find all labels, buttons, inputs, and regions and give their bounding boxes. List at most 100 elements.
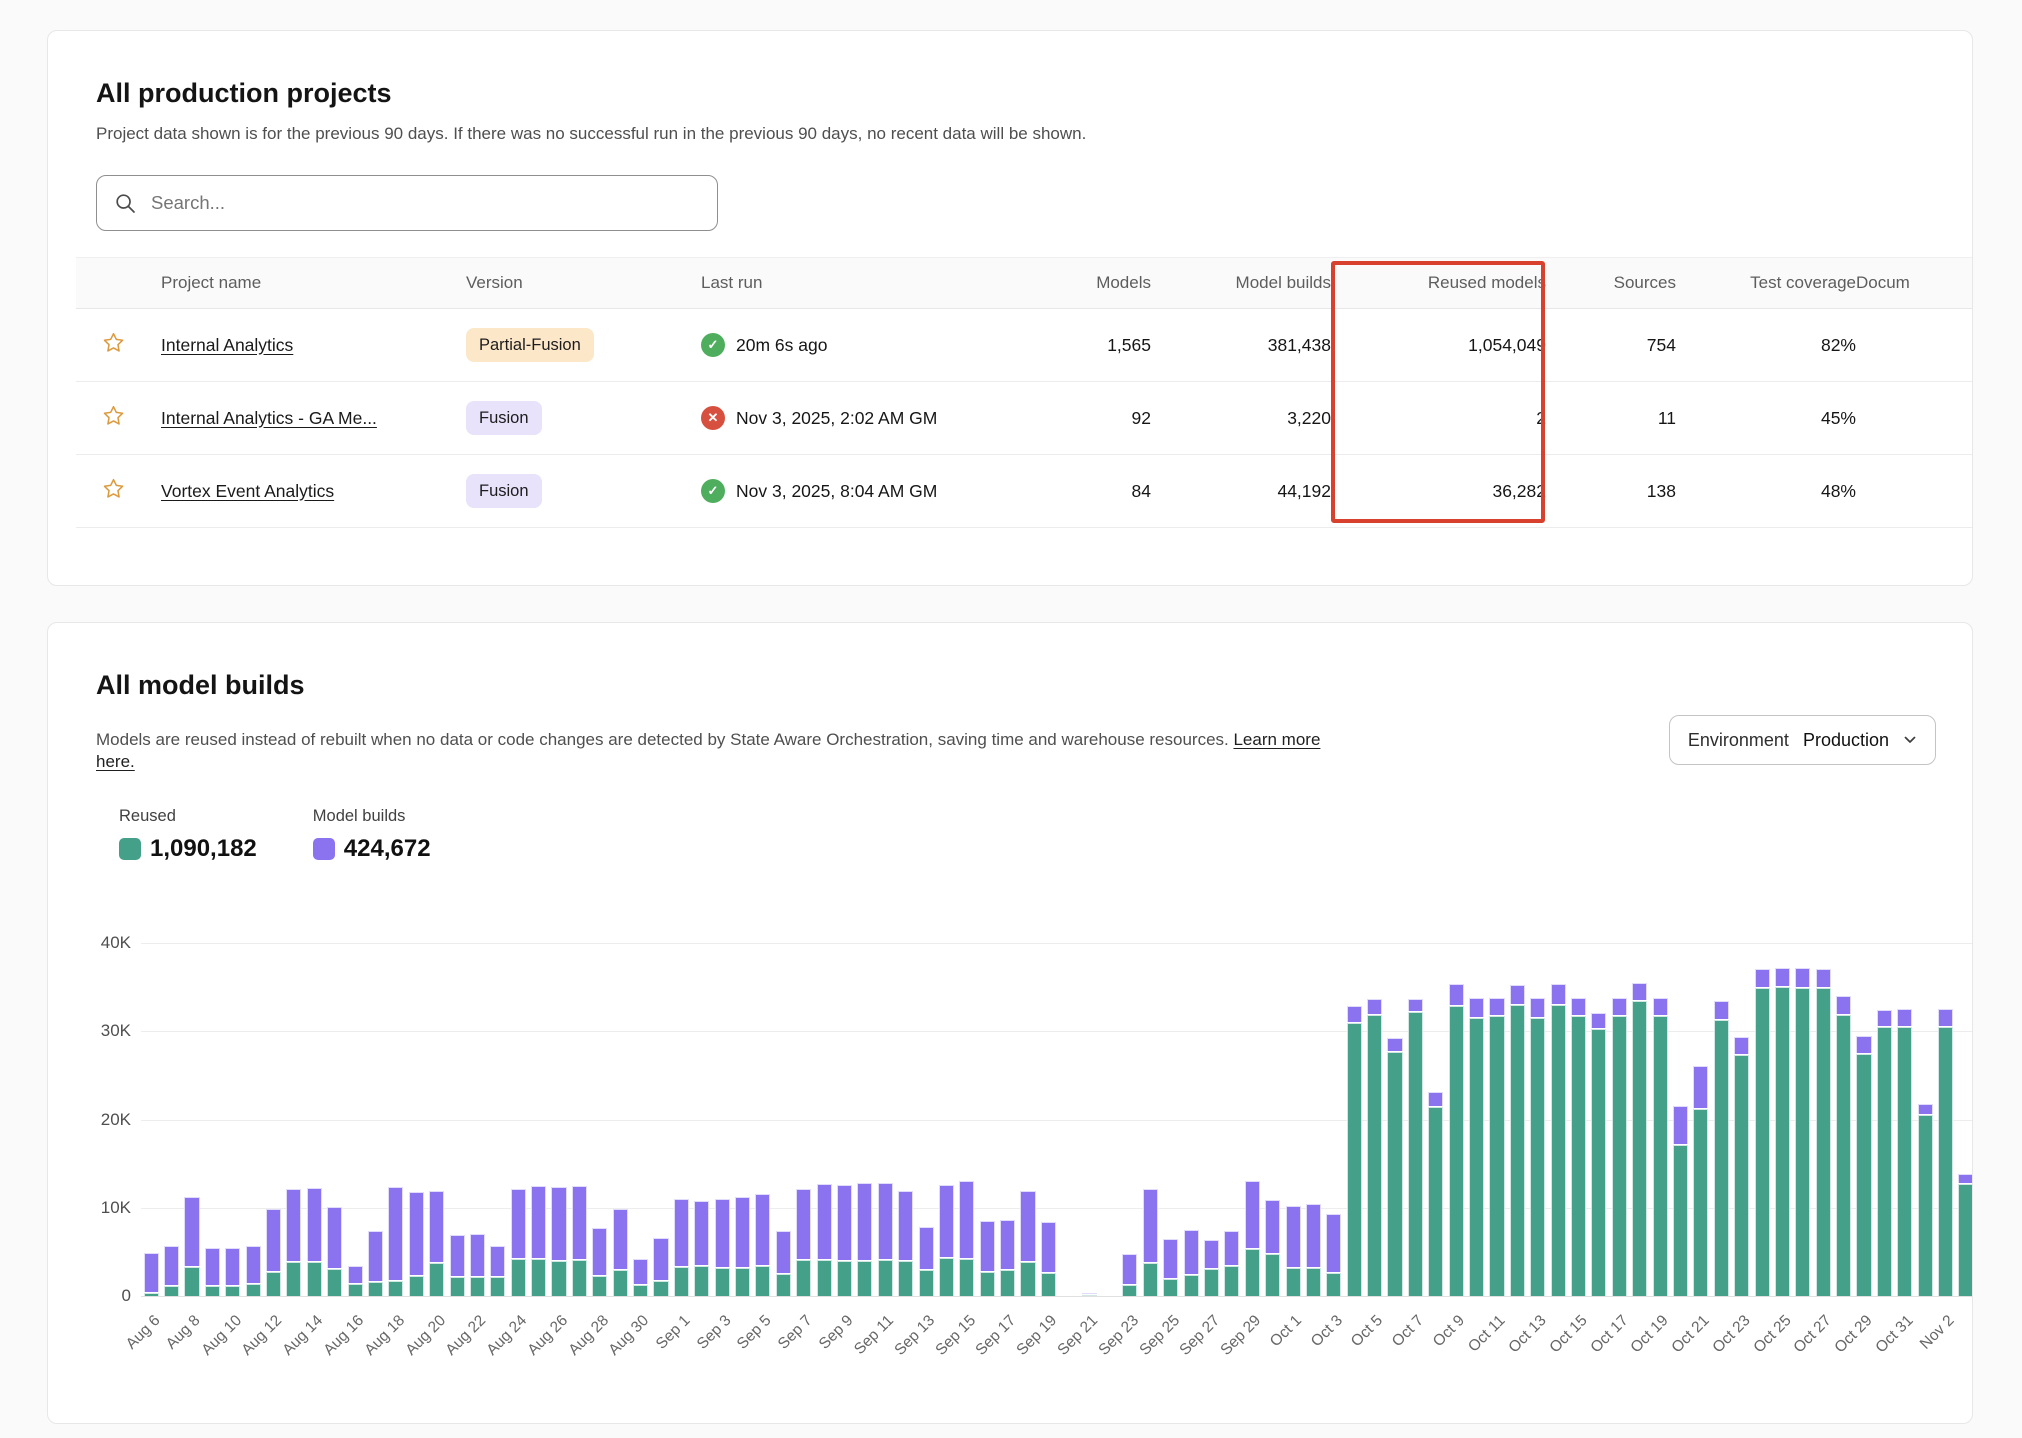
reused-bar-segment — [1408, 1012, 1423, 1296]
bar-group — [753, 943, 773, 1296]
favorite-star-icon[interactable] — [102, 477, 125, 500]
reused-bar-segment — [1245, 1249, 1260, 1296]
bar-group — [263, 943, 283, 1296]
reused-bar-segment — [368, 1282, 383, 1296]
reused-bar-segment — [633, 1285, 648, 1296]
model-builds-bar-segment — [184, 1197, 199, 1266]
reused-bar-segment — [1020, 1262, 1035, 1296]
documentation-cell — [1856, 455, 1973, 528]
reused-models-cell: 2 — [1331, 382, 1546, 455]
bar-group — [1120, 943, 1140, 1296]
x-axis-tick-label: Sep 13 — [891, 1312, 938, 1359]
last-run-text: Nov 3, 2025, 2:02 AM GM — [736, 408, 937, 429]
reused-bar-segment — [1184, 1275, 1199, 1296]
x-axis-tick-label: Oct 11 — [1465, 1312, 1509, 1356]
reused-bar-segment — [1489, 1016, 1504, 1296]
model-builds-cell: 44,192 — [1151, 455, 1331, 528]
reused-bar-segment — [1367, 1015, 1382, 1296]
model-builds-bar-segment — [1163, 1239, 1178, 1278]
bar-group — [365, 943, 385, 1296]
model-builds-bar-segment — [715, 1199, 730, 1267]
reused-bar-segment — [857, 1261, 872, 1296]
model-builds-bar-segment — [1143, 1189, 1158, 1262]
bar-group — [1446, 943, 1466, 1296]
reused-bar-segment — [1632, 1001, 1647, 1296]
bar-group — [1630, 943, 1650, 1296]
model-builds-bar-segment — [735, 1197, 750, 1267]
column-header-version: Version — [466, 258, 701, 309]
x-axis-tick-label: Oct 17 — [1587, 1312, 1632, 1357]
model-builds-bar-segment — [1020, 1191, 1035, 1261]
models-cell: 84 — [1001, 455, 1151, 528]
x-axis-tick-label: Sep 19 — [1014, 1312, 1061, 1359]
reused-bar-segment — [551, 1261, 566, 1296]
model-builds-bar-segment — [898, 1191, 913, 1260]
reused-bar-segment — [1143, 1263, 1158, 1296]
bar-group — [1466, 943, 1486, 1296]
table-row: Vortex Event AnalyticsFusion✓Nov 3, 2025… — [76, 455, 1973, 528]
bar-group — [692, 943, 712, 1296]
search-input[interactable] — [149, 191, 699, 215]
model-builds-bar-segment — [1591, 1013, 1606, 1028]
x-axis-tick-label: Aug 10 — [198, 1312, 245, 1359]
bar-group — [773, 943, 793, 1296]
x-axis-tick-label: Oct 7 — [1389, 1312, 1428, 1351]
model-builds-bar-segment — [1449, 984, 1464, 1004]
project-name-link[interactable]: Vortex Event Analytics — [161, 481, 334, 501]
reused-bar-segment — [1673, 1145, 1688, 1296]
bar-group — [1099, 943, 1119, 1296]
builds-card-subtitle: Models are reused instead of rebuilt whe… — [96, 729, 1356, 773]
reused-models-cell: 36,282 — [1331, 455, 1546, 528]
bar-group — [1731, 943, 1751, 1296]
model-builds-bar-segment — [1224, 1231, 1239, 1265]
favorite-star-icon[interactable] — [102, 331, 125, 354]
bar-group — [508, 943, 528, 1296]
project-name-link[interactable]: Internal Analytics — [161, 335, 293, 355]
reused-bar-segment — [266, 1272, 281, 1296]
x-axis-tick-label: Aug 24 — [483, 1312, 530, 1359]
reused-bar-segment — [1000, 1270, 1015, 1296]
column-header-model-builds: Model builds — [1151, 258, 1331, 309]
model-builds-bar-segment — [1918, 1104, 1933, 1115]
bar-group — [1813, 943, 1833, 1296]
x-axis-tick-label: Oct 9 — [1430, 1312, 1469, 1351]
test-coverage-cell: 82% — [1676, 309, 1856, 382]
bar-group — [895, 943, 915, 1296]
bar-group — [957, 943, 977, 1296]
y-axis-tick-label: 40K — [85, 933, 131, 953]
project-name-link[interactable]: Internal Analytics - GA Me... — [161, 408, 377, 428]
model-builds-bar-segment — [1897, 1009, 1912, 1026]
sources-cell: 754 — [1546, 309, 1676, 382]
model-builds-bar-segment — [490, 1246, 505, 1276]
bar-group — [528, 943, 548, 1296]
x-axis-tick-label: Oct 25 — [1750, 1312, 1795, 1357]
model-builds-bar-segment — [1612, 998, 1627, 1016]
reused-bar-segment — [1755, 988, 1770, 1296]
model-builds-bar-segment — [348, 1266, 363, 1283]
model-builds-cell: 381,438 — [1151, 309, 1331, 382]
model-builds-bar-segment — [878, 1183, 893, 1259]
column-header-docum: Docum — [1856, 258, 1973, 309]
column-header-test-coverage: Test coverage — [1676, 258, 1856, 309]
favorite-star-icon[interactable] — [102, 404, 125, 427]
x-axis-labels: Aug 6Aug 8Aug 10Aug 12Aug 14Aug 16Aug 18… — [141, 1296, 1973, 1391]
bar-group — [875, 943, 895, 1296]
x-axis-tick-label: Aug 18 — [361, 1312, 408, 1359]
model-builds-bar-segment — [1184, 1230, 1199, 1274]
model-builds-bar-segment — [1326, 1214, 1341, 1272]
bar-group — [651, 943, 671, 1296]
x-axis-tick-label: Oct 13 — [1505, 1312, 1550, 1357]
bar-group — [590, 943, 610, 1296]
search-box[interactable] — [96, 175, 718, 231]
model-builds-bar-segment — [450, 1235, 465, 1276]
environment-dropdown[interactable]: Environment Production — [1669, 715, 1936, 765]
model-builds-bar-segment — [1775, 968, 1790, 987]
model-builds-bar-segment — [1795, 968, 1810, 987]
reused-bar-segment — [715, 1268, 730, 1296]
bar-group — [1038, 943, 1058, 1296]
model-builds-bar-segment — [429, 1191, 444, 1262]
model-builds-bar-segment — [205, 1248, 220, 1285]
model-builds-bar-segment — [1082, 1293, 1097, 1294]
x-axis-tick-label: Sep 1 — [653, 1312, 694, 1353]
x-axis-tick-label: Sep 9 — [816, 1312, 857, 1353]
